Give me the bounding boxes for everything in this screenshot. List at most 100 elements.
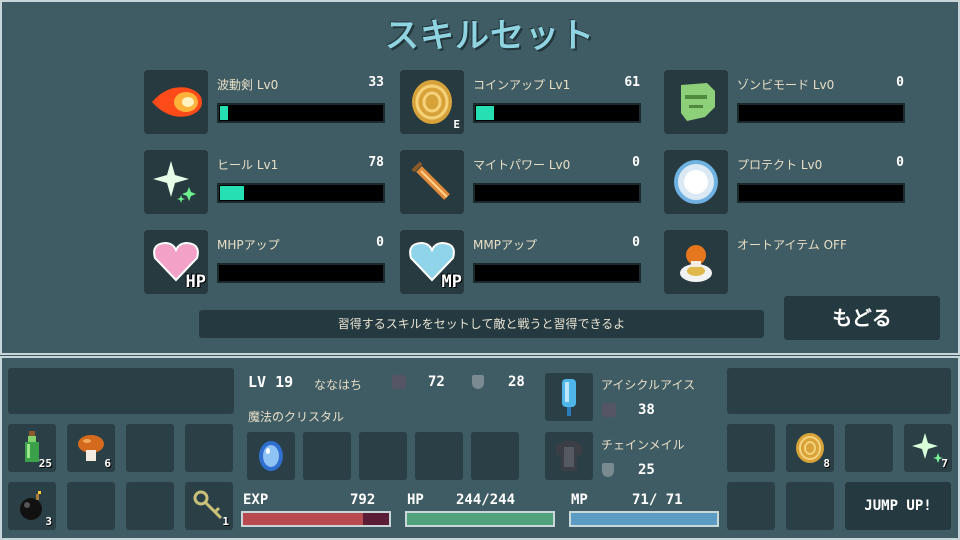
defense-value: 28 bbox=[508, 374, 525, 390]
skill-points: 0 bbox=[632, 155, 640, 170]
empty-slot[interactable] bbox=[727, 482, 775, 530]
skill-progress-bar bbox=[473, 103, 641, 123]
mushroom-icon bbox=[78, 435, 104, 461]
auto-item-icon bbox=[664, 230, 728, 294]
item-count: 6 bbox=[104, 457, 111, 470]
skill-progress-bar bbox=[473, 183, 641, 203]
armor-name: チェインメイル bbox=[601, 438, 685, 452]
player-level: LV 19 bbox=[248, 373, 293, 391]
mp-gauge-fill bbox=[571, 513, 717, 525]
skill-name: MHPアップ bbox=[217, 238, 280, 252]
skill-points: 0 bbox=[896, 155, 904, 170]
skill-slot[interactable]: 波動剣 Lv0 33 bbox=[144, 70, 389, 136]
skill-slot[interactable]: ゾンビモード Lv0 0 bbox=[664, 70, 909, 136]
attack-icon bbox=[392, 375, 406, 389]
inventory-slot-coin[interactable]: 8 bbox=[786, 424, 834, 472]
coin-icon bbox=[796, 433, 824, 463]
crystal-icon bbox=[259, 441, 283, 471]
inventory-slot-sparkle[interactable]: 7 bbox=[904, 424, 952, 472]
skill-progress-bar bbox=[473, 263, 641, 283]
heart-mp-icon: MP bbox=[400, 230, 464, 294]
skill-points: 0 bbox=[896, 75, 904, 90]
weapon-name: アイシクルアイス bbox=[601, 378, 696, 392]
skill-progress-fill bbox=[476, 106, 494, 120]
empty-slot[interactable] bbox=[126, 482, 174, 530]
skill-points: 0 bbox=[376, 235, 384, 250]
hp-label: HP bbox=[407, 492, 424, 508]
exp-gauge bbox=[241, 511, 391, 527]
skill-slot[interactable]: プロテクト Lv0 0 bbox=[664, 150, 909, 216]
hp-gauge bbox=[405, 511, 555, 527]
skill-progress-bar bbox=[217, 183, 385, 203]
empty-slot[interactable] bbox=[185, 424, 233, 472]
sparkle-icon bbox=[144, 150, 208, 214]
shield-ring-icon bbox=[664, 150, 728, 214]
skill-name: MMPアップ bbox=[473, 238, 537, 252]
player-name: ななはち bbox=[314, 378, 363, 392]
crystal-slot-empty[interactable] bbox=[415, 432, 463, 480]
defense-icon bbox=[472, 375, 484, 389]
empty-slot[interactable] bbox=[786, 482, 834, 530]
skill-badge: E bbox=[453, 118, 460, 131]
mp-label: MP bbox=[571, 492, 588, 508]
inventory-slot-potion[interactable]: 25 bbox=[8, 424, 56, 472]
skill-slot[interactable]: マイトパワー Lv0 0 bbox=[400, 150, 645, 216]
weapon-slot[interactable] bbox=[545, 373, 593, 421]
heart-hp-icon: HP bbox=[144, 230, 208, 294]
empty-slot[interactable] bbox=[8, 368, 234, 414]
empty-slot[interactable] bbox=[126, 424, 174, 472]
skill-name: 波動剣 Lv0 bbox=[217, 78, 279, 92]
sword-icon bbox=[400, 150, 464, 214]
coin-icon: E bbox=[400, 70, 464, 134]
armor-value: 25 bbox=[638, 462, 655, 478]
chainmail-icon bbox=[556, 441, 582, 471]
bomb-icon bbox=[20, 491, 42, 520]
crystal-slot-empty[interactable] bbox=[359, 432, 407, 480]
skill-progress-fill bbox=[220, 186, 245, 200]
skill-name: プロテクト Lv0 bbox=[737, 158, 823, 172]
mp-gauge bbox=[569, 511, 719, 527]
skill-name: ゾンビモード Lv0 bbox=[737, 78, 835, 92]
crystal-label: 魔法のクリスタル bbox=[248, 410, 345, 424]
crystal-slot-empty[interactable] bbox=[303, 432, 351, 480]
item-count: 3 bbox=[45, 515, 52, 528]
skill-slot[interactable]: ヒール Lv1 78 bbox=[144, 150, 389, 216]
armor-slot[interactable] bbox=[545, 432, 593, 480]
skill-slot[interactable]: オートアイテム OFF bbox=[664, 230, 909, 296]
crystal-slot[interactable] bbox=[247, 432, 295, 480]
skill-progress-bar bbox=[217, 263, 385, 283]
defense-icon bbox=[602, 463, 614, 477]
exp-value: 792 bbox=[350, 492, 376, 508]
level-label: LV bbox=[248, 373, 267, 391]
skill-badge: HP bbox=[185, 272, 206, 292]
skill-slot[interactable]: HP MHPアップ 0 bbox=[144, 230, 389, 296]
jump-up-button[interactable]: JUMP UP! bbox=[845, 482, 951, 530]
inventory-slot-mushroom[interactable]: 6 bbox=[67, 424, 115, 472]
empty-slot[interactable] bbox=[727, 424, 775, 472]
item-count: 7 bbox=[941, 457, 948, 470]
empty-slot[interactable] bbox=[727, 368, 951, 414]
skill-points: 0 bbox=[632, 235, 640, 250]
empty-slot[interactable] bbox=[845, 424, 893, 472]
page-title: スキルセット bbox=[385, 16, 595, 56]
hint-text: 習得するスキルをセットして敵と戦うと習得できるよ bbox=[199, 310, 764, 338]
inventory-slot-bomb[interactable]: 3 bbox=[8, 482, 56, 530]
crystal-slot-empty[interactable] bbox=[471, 432, 519, 480]
weapon-value: 38 bbox=[638, 402, 655, 418]
hp-value: 244/244 bbox=[456, 492, 516, 508]
skill-progress-bar bbox=[737, 183, 905, 203]
level-value: 19 bbox=[275, 373, 294, 391]
inventory-slot-key[interactable]: 1 bbox=[185, 482, 233, 530]
skill-points: 78 bbox=[368, 155, 384, 170]
attack-value: 72 bbox=[428, 374, 445, 390]
skill-slot[interactable]: MP MMPアップ 0 bbox=[400, 230, 645, 296]
empty-slot[interactable] bbox=[67, 482, 115, 530]
item-count: 25 bbox=[38, 457, 52, 470]
item-count: 8 bbox=[823, 457, 830, 470]
skill-slot[interactable]: E コインアップ Lv1 61 bbox=[400, 70, 645, 136]
skill-progress-fill bbox=[220, 106, 229, 120]
fireball-icon bbox=[144, 70, 208, 134]
item-count: 1 bbox=[222, 515, 229, 528]
skill-name: オートアイテム OFF bbox=[737, 238, 847, 252]
back-button[interactable]: もどる bbox=[784, 296, 940, 340]
